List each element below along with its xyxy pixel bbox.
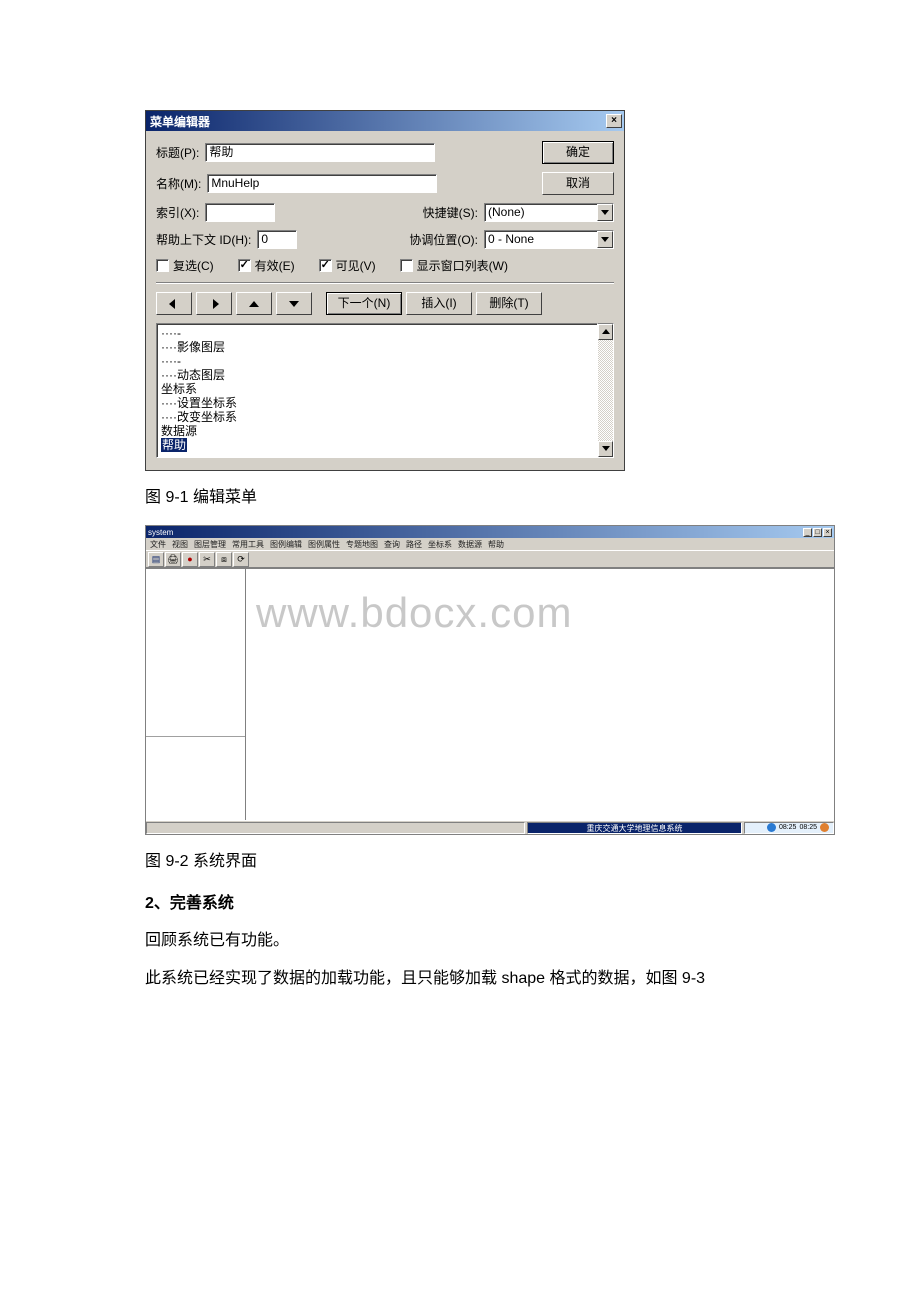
separator: [156, 282, 614, 284]
status-bar: 重庆交通大学地理信息系统 08:25 08:25: [146, 820, 834, 834]
dialog-titlebar: 菜单编辑器 ×: [146, 111, 624, 131]
insert-button[interactable]: 插入(I): [406, 292, 472, 315]
tray-icon: [767, 823, 776, 832]
menu-item[interactable]: 专题地图: [346, 539, 378, 550]
close-button[interactable]: ×: [823, 528, 832, 537]
helpctx-input[interactable]: 0: [257, 230, 297, 249]
tray-time: 08:25: [799, 822, 817, 834]
toolbar-button[interactable]: ⧈: [216, 552, 232, 567]
list-item: 动态图层: [177, 368, 225, 382]
menu-item[interactable]: 图例编辑: [270, 539, 302, 550]
menu-item[interactable]: 帮助: [488, 539, 504, 550]
arrow-down-button[interactable]: [276, 292, 312, 315]
name-label: 名称(M):: [156, 175, 201, 192]
status-pane-center: 重庆交通大学地理信息系统: [527, 822, 742, 834]
maximize-button[interactable]: □: [813, 528, 822, 537]
checked-label: 复选(C): [173, 257, 214, 274]
status-pane-left: [146, 822, 525, 834]
menu-item[interactable]: 文件: [150, 539, 166, 550]
menu-bar: 文件 视图 图层管理 常用工具 图例编辑 图例属性 专题地图 查询 路径 坐标系…: [146, 538, 834, 550]
figure-caption-9-1: 图 9-1 编辑菜单: [145, 483, 775, 507]
paragraph: 回顾系统已有功能。: [145, 927, 775, 955]
visible-checkbox[interactable]: ✓: [319, 259, 332, 272]
shortcut-label: 快捷键(S):: [423, 204, 478, 221]
dialog-title: 菜单编辑器: [150, 113, 210, 130]
paragraph: 此系统已经实现了数据的加载功能，且只能够加载 shape 格式的数据，如图 9-…: [145, 965, 775, 993]
listbox-scrollbar[interactable]: [598, 323, 614, 458]
side-pane-bottom: [146, 737, 245, 820]
system-app-window: system _ □ × 文件 视图 图层管理 常用工具 图例编辑 图例属性 专…: [145, 525, 835, 835]
chevron-down-icon[interactable]: [597, 231, 613, 248]
tray-icon: [820, 823, 829, 832]
cancel-button[interactable]: 取消: [542, 172, 614, 195]
section-heading: 2、完善系统: [145, 889, 775, 913]
index-label: 索引(X):: [156, 204, 199, 221]
menu-item[interactable]: 常用工具: [232, 539, 264, 550]
caption-label: 标题(P):: [156, 144, 199, 161]
enabled-checkbox[interactable]: ✓: [238, 259, 251, 272]
menu-tree-listbox[interactable]: ····- ····影像图层 ····- ····动态图层 坐标系 ····设置…: [156, 323, 598, 458]
toolbar-button[interactable]: ⟳: [233, 552, 249, 567]
list-item: 设置坐标系: [177, 396, 237, 410]
list-item: 数据源: [161, 424, 197, 438]
list-item-selected: 帮助: [161, 438, 187, 452]
negotiate-combo-value: 0 - None: [485, 231, 597, 248]
watermark-text: www.bdocx.com: [256, 589, 572, 637]
enabled-label: 有效(E): [255, 257, 295, 274]
shortcut-combo-value: (None): [485, 204, 597, 221]
menu-item[interactable]: 图层管理: [194, 539, 226, 550]
windowlist-checkbox[interactable]: [400, 259, 413, 272]
checked-checkbox[interactable]: [156, 259, 169, 272]
list-item: 坐标系: [161, 382, 197, 396]
scroll-track[interactable]: [598, 340, 613, 441]
name-input[interactable]: MnuHelp: [207, 174, 437, 193]
arrow-right-button[interactable]: [196, 292, 232, 315]
list-item: 改变坐标系: [177, 410, 237, 424]
visible-label: 可见(V): [336, 257, 376, 274]
menu-item[interactable]: 坐标系: [428, 539, 452, 550]
map-canvas[interactable]: www.bdocx.com: [246, 569, 834, 820]
menu-item[interactable]: 数据源: [458, 539, 482, 550]
menu-item[interactable]: 路径: [406, 539, 422, 550]
chevron-down-icon[interactable]: [597, 204, 613, 221]
delete-button[interactable]: 删除(T): [476, 292, 542, 315]
helpctx-label: 帮助上下文 ID(H):: [156, 231, 251, 248]
menu-item[interactable]: 图例属性: [308, 539, 340, 550]
menu-item[interactable]: 视图: [172, 539, 188, 550]
scroll-up-icon[interactable]: [598, 324, 613, 340]
next-button[interactable]: 下一个(N): [326, 292, 402, 315]
app-title: system: [148, 528, 173, 537]
menu-item[interactable]: 查询: [384, 539, 400, 550]
minimize-button[interactable]: _: [803, 528, 812, 537]
client-area: www.bdocx.com: [146, 568, 834, 820]
windowlist-label: 显示窗口列表(W): [417, 257, 508, 274]
scroll-down-icon[interactable]: [598, 441, 613, 457]
side-panel: [146, 569, 246, 820]
status-pane-right: 08:25 08:25: [744, 822, 834, 834]
list-item: 影像图层: [177, 340, 225, 354]
shortcut-combo[interactable]: (None): [484, 203, 614, 222]
toolbar-button[interactable]: 🖨: [165, 552, 181, 567]
menu-editor-dialog: 菜单编辑器 × 标题(P): 帮助 确定 名称(M): MnuHelp 取消 索…: [145, 110, 625, 471]
figure-caption-9-2: 图 9-2 系统界面: [145, 847, 775, 871]
ok-button[interactable]: 确定: [542, 141, 614, 164]
toolbar: ▤ 🖨 ● ✂ ⧈ ⟳: [146, 550, 834, 568]
toolbar-button[interactable]: ▤: [148, 552, 164, 567]
app-titlebar: system _ □ ×: [146, 526, 834, 538]
arrow-up-button[interactable]: [236, 292, 272, 315]
side-pane-top: [146, 569, 245, 737]
negotiate-combo[interactable]: 0 - None: [484, 230, 614, 249]
tray-time: 08:25: [779, 822, 797, 834]
index-input[interactable]: [205, 203, 275, 222]
arrow-left-button[interactable]: [156, 292, 192, 315]
negotiate-label: 协调位置(O):: [409, 231, 478, 248]
toolbar-button[interactable]: ●: [182, 552, 198, 567]
close-button[interactable]: ×: [606, 114, 622, 128]
caption-input[interactable]: 帮助: [205, 143, 435, 162]
toolbar-button[interactable]: ✂: [199, 552, 215, 567]
